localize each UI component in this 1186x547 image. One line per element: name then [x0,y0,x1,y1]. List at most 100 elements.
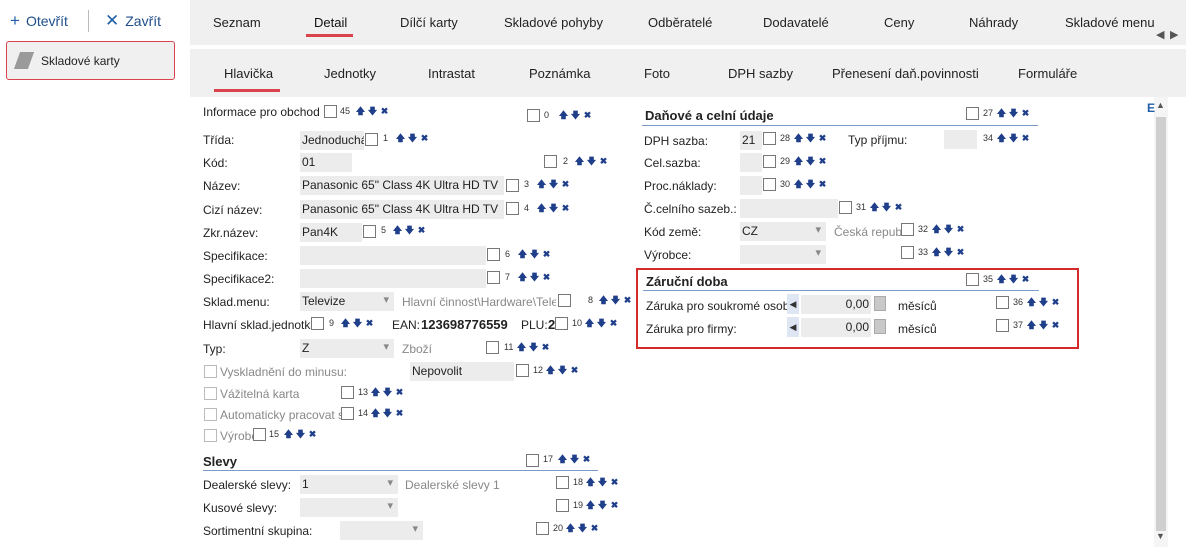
arrow-up-icon[interactable]: 🡅 [574,156,585,167]
cel-sazba-field[interactable] [740,153,762,172]
checkbox-info[interactable] [324,105,337,118]
kod-field[interactable]: 01 [300,153,352,172]
kusove-slevy-select[interactable] [300,498,398,517]
kod-zeme-select[interactable]: CZ [740,222,826,241]
scrollbar-thumb[interactable] [1156,117,1166,531]
checkbox-kod[interactable] [544,155,557,168]
arrow-up-icon[interactable]: 🡅 [536,179,547,190]
arrow-down-icon[interactable]: 🡇 [382,408,393,419]
remove-icon[interactable]: ✖ [581,454,592,465]
arrow-up-icon[interactable]: 🡅 [1026,320,1037,331]
typ-prijmu-field[interactable] [944,130,977,149]
remove-icon[interactable]: ✖ [379,106,390,117]
sklad-menu-select[interactable]: Televize [300,292,394,311]
vertical-scrollbar[interactable]: ▲ ▼ [1154,97,1168,547]
arrow-down-icon[interactable]: 🡇 [548,179,559,190]
calculator-icon[interactable] [874,319,886,334]
arrow-up-icon[interactable]: 🡅 [598,295,609,306]
arrow-up-icon[interactable]: 🡅 [585,477,596,488]
checkbox-kusove[interactable] [556,499,569,512]
checkbox-zaruka[interactable] [966,273,979,286]
checkbox-zeme[interactable] [901,223,914,236]
checkbox-sklad[interactable] [558,294,571,307]
typ-select[interactable]: Z [300,339,394,358]
arrow-up-icon[interactable]: 🡅 [558,110,569,121]
arrow-down-icon[interactable]: 🡇 [1008,274,1019,285]
checkbox-auto-field[interactable] [341,407,354,420]
remove-icon[interactable]: ✖ [817,156,828,167]
arrow-down-icon[interactable]: 🡇 [529,249,540,260]
arrow-up-icon[interactable]: 🡅 [996,108,1007,119]
remove-icon[interactable]: ✖ [622,295,633,306]
arrow-down-icon[interactable]: 🡇 [570,110,581,121]
open-button[interactable]: + Otevřít [10,11,68,31]
remove-icon[interactable]: ✖ [1020,274,1031,285]
remove-icon[interactable]: ✖ [307,429,318,440]
tab-scroll-right-icon[interactable]: ▶ [1170,28,1178,41]
checkbox-vysklad[interactable] [516,364,529,377]
nav-item-skladove-karty[interactable]: Skladové karty [6,41,175,80]
arrow-down-icon[interactable]: 🡇 [352,318,363,329]
subtab-jednotky[interactable]: Jednotky [324,66,376,81]
arrow-down-icon[interactable]: 🡇 [1008,133,1019,144]
tab-dodavatele[interactable]: Dodavatelé [763,15,829,30]
arrow-down-icon[interactable]: 🡇 [805,156,816,167]
nazev-field[interactable]: Panasonic 65" Class 4K Ultra HD TV [300,176,504,195]
remove-icon[interactable]: ✖ [419,133,430,144]
arrow-up-icon[interactable]: 🡅 [370,408,381,419]
celni-sazebnik-field[interactable] [740,199,838,218]
arrow-down-icon[interactable]: 🡇 [528,342,539,353]
tab-skladove-pohyby[interactable]: Skladové pohyby [504,15,603,30]
remove-icon[interactable]: ✖ [582,110,593,121]
arrow-up-icon[interactable]: 🡅 [517,272,528,283]
arrow-up-icon[interactable]: 🡅 [793,133,804,144]
remove-icon[interactable]: ✖ [1050,297,1061,308]
arrow-up-icon[interactable]: 🡅 [565,523,576,534]
arrow-down-icon[interactable]: 🡇 [548,203,559,214]
spin-left-icon[interactable]: ◀ [787,294,799,314]
checkbox-vyrobek-field[interactable] [253,428,266,441]
zaruka-firmy-field[interactable]: 0,00 [801,318,871,337]
sortimentni-skupina-select[interactable] [340,521,423,540]
remove-icon[interactable]: ✖ [817,133,828,144]
checkbox-soukrome[interactable] [996,296,1009,309]
checkbox-trida[interactable] [365,133,378,146]
subtab-formulare[interactable]: Formuláře [1018,66,1077,81]
zaruka-soukrome-field[interactable]: 0,00 [801,295,871,314]
remove-icon[interactable]: ✖ [893,202,904,213]
tab-detail[interactable]: Detail [314,15,347,30]
tab-nahrady[interactable]: Náhrady [969,15,1018,30]
close-button[interactable]: ✕ Zavřít [105,11,161,31]
remove-icon[interactable]: ✖ [1020,108,1031,119]
arrow-up-icon[interactable]: 🡅 [793,179,804,190]
arrow-down-icon[interactable]: 🡇 [382,387,393,398]
zkr-nazev-field[interactable]: Pan4K [300,223,362,242]
arrow-up-icon[interactable]: 🡅 [869,202,880,213]
arrow-up-icon[interactable]: 🡅 [392,225,403,236]
remove-icon[interactable]: ✖ [364,318,375,329]
remove-icon[interactable]: ✖ [569,365,580,376]
checkbox-dph[interactable] [763,132,776,145]
arrow-down-icon[interactable]: 🡇 [569,454,580,465]
checkbox-vyrobce[interactable] [901,246,914,259]
remove-icon[interactable]: ✖ [955,224,966,235]
scroll-up-icon[interactable]: ▲ [1156,100,1165,110]
proc-naklady-field[interactable] [740,176,762,195]
expand-icon[interactable]: E [1147,101,1155,115]
arrow-up-icon[interactable]: 🡅 [557,454,568,465]
checkbox-slevy[interactable] [526,454,539,467]
remove-icon[interactable]: ✖ [560,179,571,190]
tab-odberatele[interactable]: Odběratelé [648,15,712,30]
arrow-down-icon[interactable]: 🡇 [943,224,954,235]
subtab-intrastat[interactable]: Intrastat [428,66,475,81]
dph-sazba-field[interactable]: 21 [740,131,762,150]
arrow-down-icon[interactable]: 🡇 [805,133,816,144]
arrow-up-icon[interactable]: 🡅 [545,365,556,376]
arrow-down-icon[interactable]: 🡇 [404,225,415,236]
checkbox-cizi[interactable] [506,202,519,215]
checkbox-zkr[interactable] [363,225,376,238]
arrow-up-icon[interactable]: 🡅 [516,342,527,353]
arrow-up-icon[interactable]: 🡅 [283,429,294,440]
arrow-down-icon[interactable]: 🡇 [577,523,588,534]
checkbox-0[interactable] [527,109,540,122]
